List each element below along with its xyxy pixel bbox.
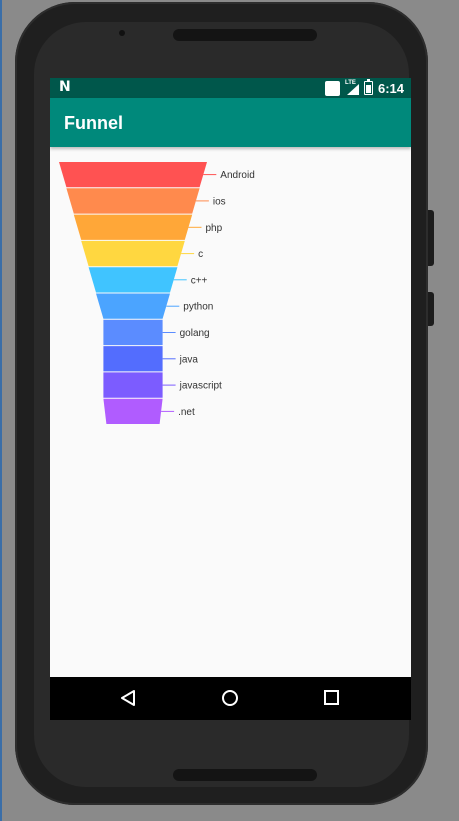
funnel-segment[interactable] <box>73 214 193 240</box>
content-area: Android ios php c c++ python golang java javascr… <box>50 147 411 677</box>
home-icon <box>222 690 238 706</box>
funnel-segment[interactable] <box>103 372 163 398</box>
window-edge <box>0 0 2 821</box>
funnel-label: c <box>198 249 203 260</box>
funnel-segment[interactable] <box>103 346 163 372</box>
app-bar: Funnel <box>50 98 411 147</box>
recents-icon <box>324 690 339 705</box>
funnel-segment[interactable] <box>88 267 178 293</box>
funnel-label: java <box>179 354 199 365</box>
funnel-segment[interactable] <box>66 188 200 214</box>
funnel-label: Android <box>220 170 254 181</box>
back-button[interactable] <box>98 677 158 720</box>
status-time: 6:14 <box>377 80 404 96</box>
funnel-segment[interactable] <box>96 293 170 319</box>
funnel-label: javascript <box>179 381 222 392</box>
lte-signal-icon: LTE <box>344 80 359 95</box>
funnel-label: .net <box>178 407 195 418</box>
top-speaker <box>173 29 317 41</box>
funnel-label: ios <box>213 196 226 207</box>
funnel-segment[interactable] <box>103 398 163 424</box>
battery-icon <box>363 79 373 95</box>
home-button[interactable] <box>200 677 260 720</box>
back-icon <box>121 690 135 706</box>
funnel-segment[interactable] <box>103 319 163 346</box>
lte-label: LTE <box>344 80 356 86</box>
funnel-segment[interactable] <box>59 162 207 188</box>
status-bar: N LTE 6:14 <box>50 78 411 98</box>
funnel-label: php <box>206 223 223 234</box>
funnel-label: python <box>183 302 213 313</box>
funnel-label: golang <box>180 328 210 339</box>
recents-button[interactable] <box>302 677 362 720</box>
sim-icon <box>324 80 340 96</box>
device-screen: N LTE 6:14 Funnel Android ios php c c++ pytho… <box>50 78 411 720</box>
funnel-label: c++ <box>191 275 208 286</box>
navigation-bar <box>50 677 411 720</box>
funnel-segment[interactable] <box>81 240 185 267</box>
volume-button[interactable] <box>428 210 434 266</box>
app-title: Funnel <box>64 113 123 133</box>
funnel-chart: Android ios php c c++ python golang java javascr… <box>59 162 255 424</box>
power-button[interactable] <box>428 292 434 326</box>
notification-icon: N <box>59 79 71 95</box>
bottom-speaker <box>173 769 317 781</box>
status-icons: LTE 6:14 <box>324 78 404 98</box>
front-camera <box>119 30 125 36</box>
